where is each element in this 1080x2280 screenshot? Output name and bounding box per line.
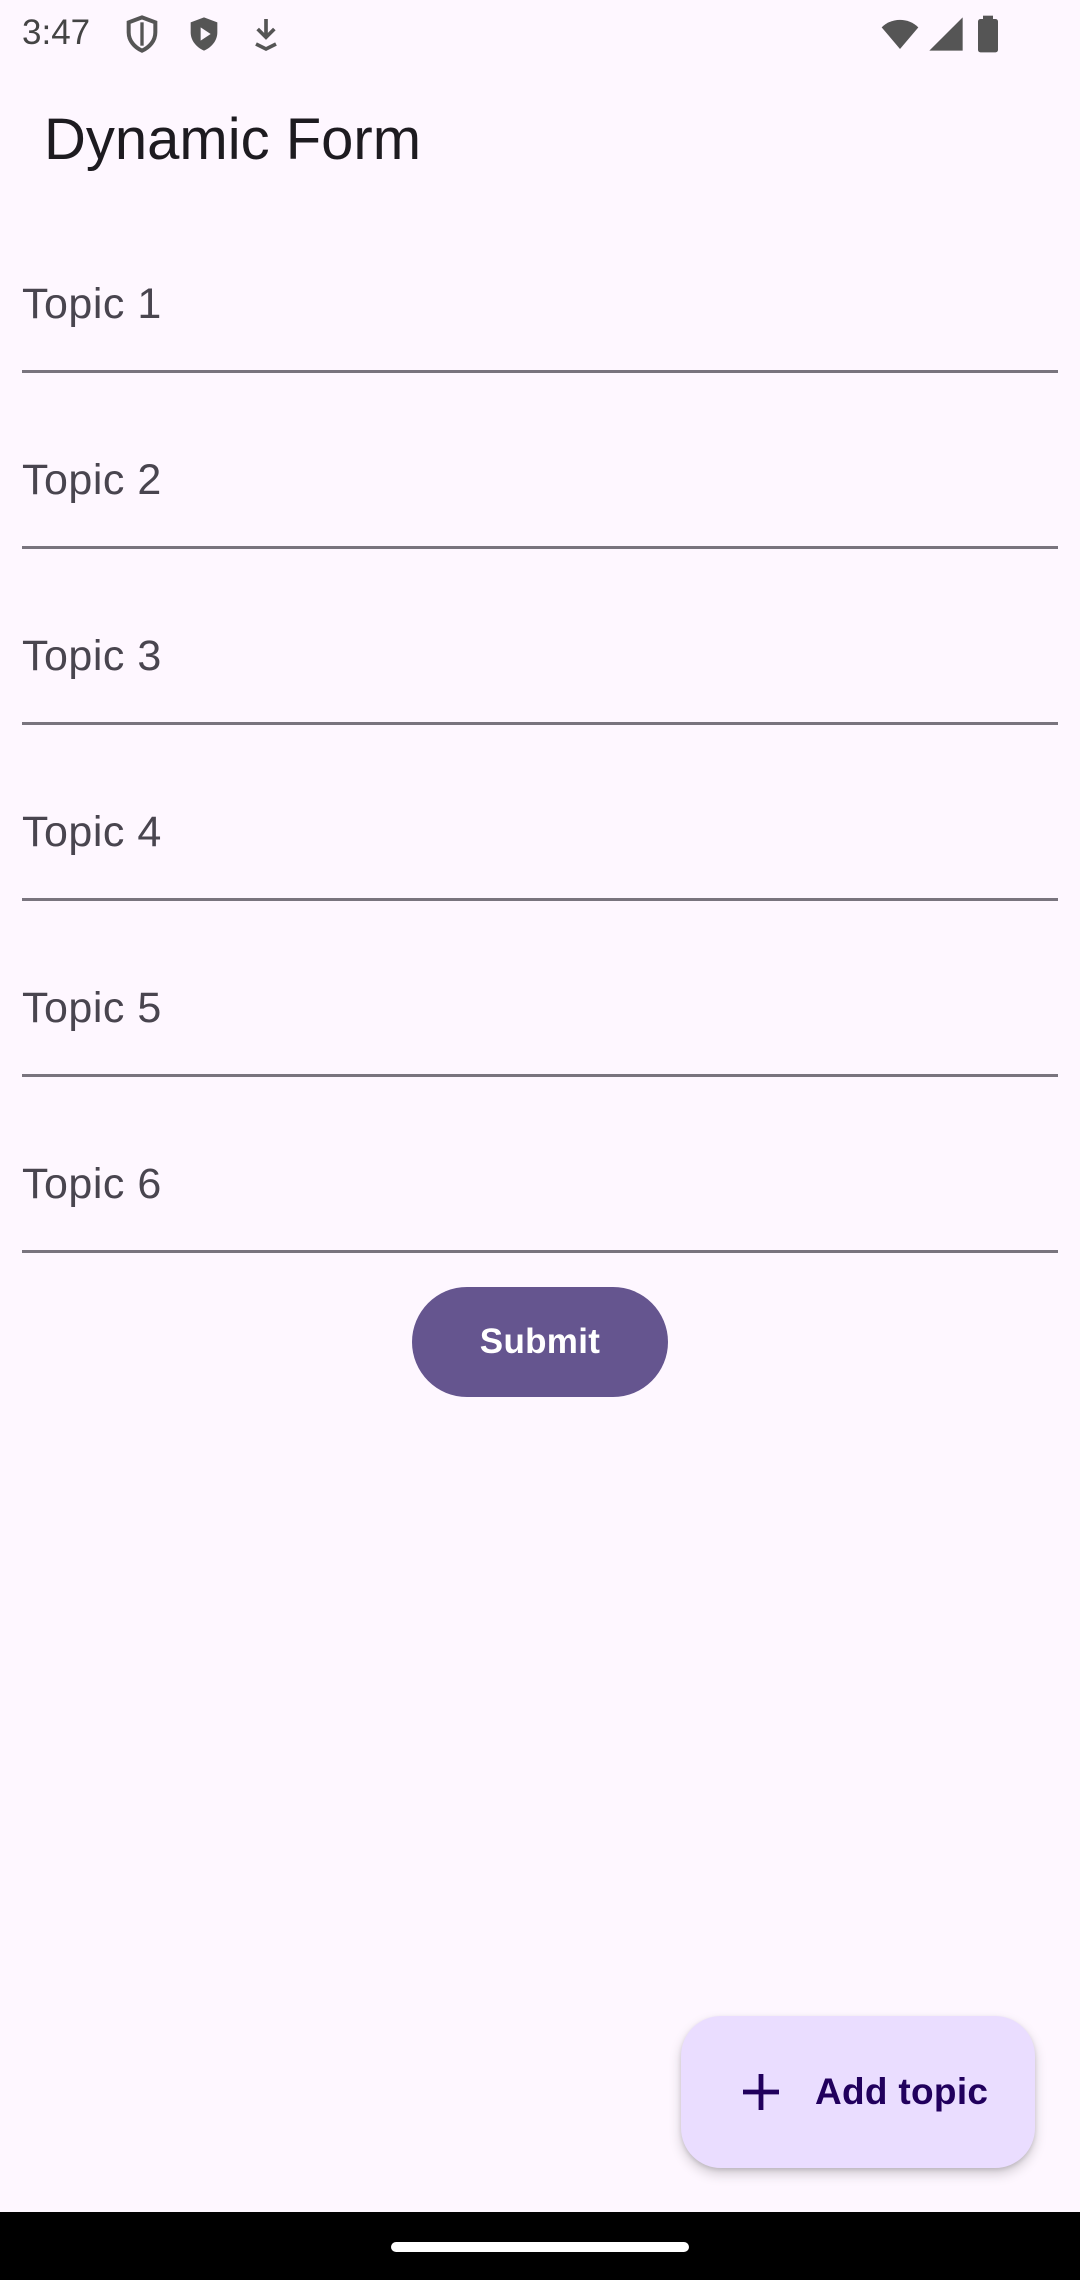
topic-label: Topic 2 <box>22 456 162 504</box>
field-underline <box>22 1250 1058 1253</box>
page-title: Dynamic Form <box>44 107 422 172</box>
status-time: 3:47 <box>22 13 91 52</box>
topic-field-3[interactable]: Topic 3 <box>22 549 1058 725</box>
navigation-bar <box>0 2212 1080 2280</box>
battery-icon <box>972 14 1004 54</box>
topic-label: Topic 4 <box>22 808 162 856</box>
wifi-icon <box>880 14 920 54</box>
plus-icon <box>737 2068 785 2116</box>
topic-field-6[interactable]: Topic 6 <box>22 1077 1058 1253</box>
topic-field-5[interactable]: Topic 5 <box>22 901 1058 1077</box>
topic-field-2[interactable]: Topic 2 <box>22 373 1058 549</box>
topic-label: Topic 3 <box>22 632 162 680</box>
shield-outline-icon <box>122 14 162 54</box>
add-topic-button[interactable]: Add topic <box>681 2016 1035 2168</box>
topic-label: Topic 1 <box>22 280 162 328</box>
add-topic-label: Add topic <box>815 2071 989 2112</box>
topic-field-4[interactable]: Topic 4 <box>22 725 1058 901</box>
download-arrow-icon <box>246 14 286 54</box>
topic-label: Topic 5 <box>22 984 162 1032</box>
submit-button[interactable]: Submit <box>412 1287 668 1397</box>
home-indicator[interactable] <box>391 2242 689 2252</box>
topic-label: Topic 6 <box>22 1160 162 1208</box>
status-bar: 3:47 <box>0 0 1080 66</box>
shield-play-icon <box>184 14 224 54</box>
topic-field-1[interactable]: Topic 1 <box>22 197 1058 373</box>
signal-icon <box>926 14 966 54</box>
